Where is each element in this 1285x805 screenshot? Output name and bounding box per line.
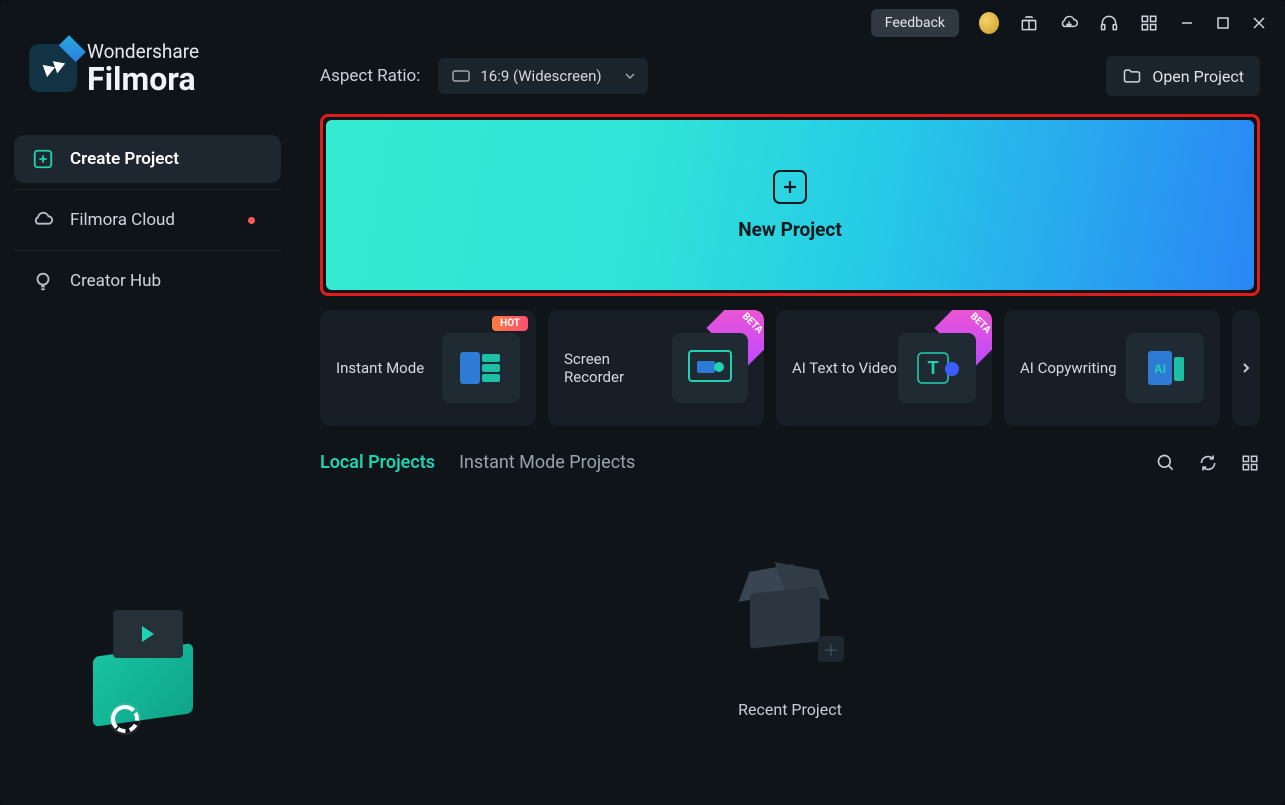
sidebar-item-creator-hub[interactable]: Creator Hub [14,257,281,305]
sidebar-item-label: Create Project [70,149,179,169]
screen-recorder-icon [672,333,748,403]
svg-text:AI: AI [1154,362,1166,376]
aspect-ratio-select[interactable]: 16:9 (Widescreen) [438,58,648,94]
top-controls: Aspect Ratio: 16:9 (Widescreen) Open Pro… [320,56,1260,96]
sidebar: Wondershare Filmora Create Project Filmo… [0,0,295,805]
card-label: Instant Mode [336,359,424,377]
feature-cards-row: Instant Mode HOT Screen Recorder AI Text… [320,310,1260,426]
new-project-button[interactable]: New Project [326,120,1254,290]
sidebar-item-label: Filmora Cloud [70,210,175,230]
card-ai-copywriting[interactable]: AI Copywriting AI [1004,310,1220,426]
apps-grid-icon[interactable] [1139,13,1159,33]
titlebar: Feedback [295,0,1285,46]
card-label: Screen Recorder [564,350,672,386]
empty-state: ＋ Recent Project [320,493,1260,785]
grid-view-icon[interactable] [1240,453,1260,473]
card-instant-mode[interactable]: Instant Mode HOT [320,310,536,426]
sidebar-nav: Create Project Filmora Cloud Creator Hub [14,135,281,305]
plus-square-icon [773,170,807,204]
notification-dot-icon [248,217,255,224]
widescreen-icon [452,70,470,82]
content: Aspect Ratio: 16:9 (Widescreen) Open Pro… [295,46,1285,805]
cards-next-button[interactable] [1232,310,1260,426]
aspect-ratio-value: 16:9 (Widescreen) [480,67,601,85]
instant-mode-icon [442,333,520,403]
globe-icon[interactable] [979,13,999,33]
filmora-logo-icon [29,44,77,92]
feedback-button[interactable]: Feedback [871,9,959,37]
card-label: AI Copywriting [1020,359,1117,377]
loading-spinner-icon [111,705,139,733]
folder-icon [1122,66,1142,86]
open-project-button[interactable]: Open Project [1106,56,1260,96]
svg-text:T: T [928,358,939,378]
copywriting-icon: AI [1126,333,1204,403]
cloud-download-icon[interactable] [1059,13,1079,33]
divider [14,189,281,190]
create-project-icon [32,148,54,170]
text-to-video-icon: T [898,333,976,403]
card-label: AI Text to Video [792,359,897,377]
sidebar-item-filmora-cloud[interactable]: Filmora Cloud [14,196,281,244]
open-project-label: Open Project [1152,67,1244,86]
sidebar-item-create-project[interactable]: Create Project [14,135,281,183]
new-project-highlight: New Project [320,114,1260,296]
logo: Wondershare Filmora [14,20,281,125]
app-window: Wondershare Filmora Create Project Filmo… [0,0,1285,805]
cloud-icon [32,209,54,231]
bulb-icon [32,270,54,292]
sidebar-illustration [14,565,281,785]
hot-badge: HOT [492,316,528,331]
chevron-right-icon [1240,362,1252,374]
minimize-button[interactable] [1179,15,1195,31]
aspect-ratio-label: Aspect Ratio: [320,66,420,86]
tab-instant-mode-projects[interactable]: Instant Mode Projects [459,452,635,473]
close-button[interactable] [1251,15,1267,31]
maximize-button[interactable] [1215,15,1231,31]
project-tabs: Local Projects Instant Mode Projects [320,452,1260,473]
brand-product: Filmora [87,63,199,95]
card-screen-recorder[interactable]: Screen Recorder [548,310,764,426]
chevron-down-icon [624,70,636,82]
gift-icon[interactable] [1019,13,1039,33]
card-ai-text-to-video[interactable]: AI Text to Video T [776,310,992,426]
main-area: Feedback [295,0,1285,805]
search-icon[interactable] [1156,453,1176,473]
refresh-icon[interactable] [1198,453,1218,473]
sidebar-item-label: Creator Hub [70,271,161,291]
empty-box-icon: ＋ [730,560,850,680]
new-project-label: New Project [738,218,842,241]
tab-local-projects[interactable]: Local Projects [320,452,435,473]
headphones-icon[interactable] [1099,13,1119,33]
empty-state-label: Recent Project [738,700,842,719]
divider [14,250,281,251]
